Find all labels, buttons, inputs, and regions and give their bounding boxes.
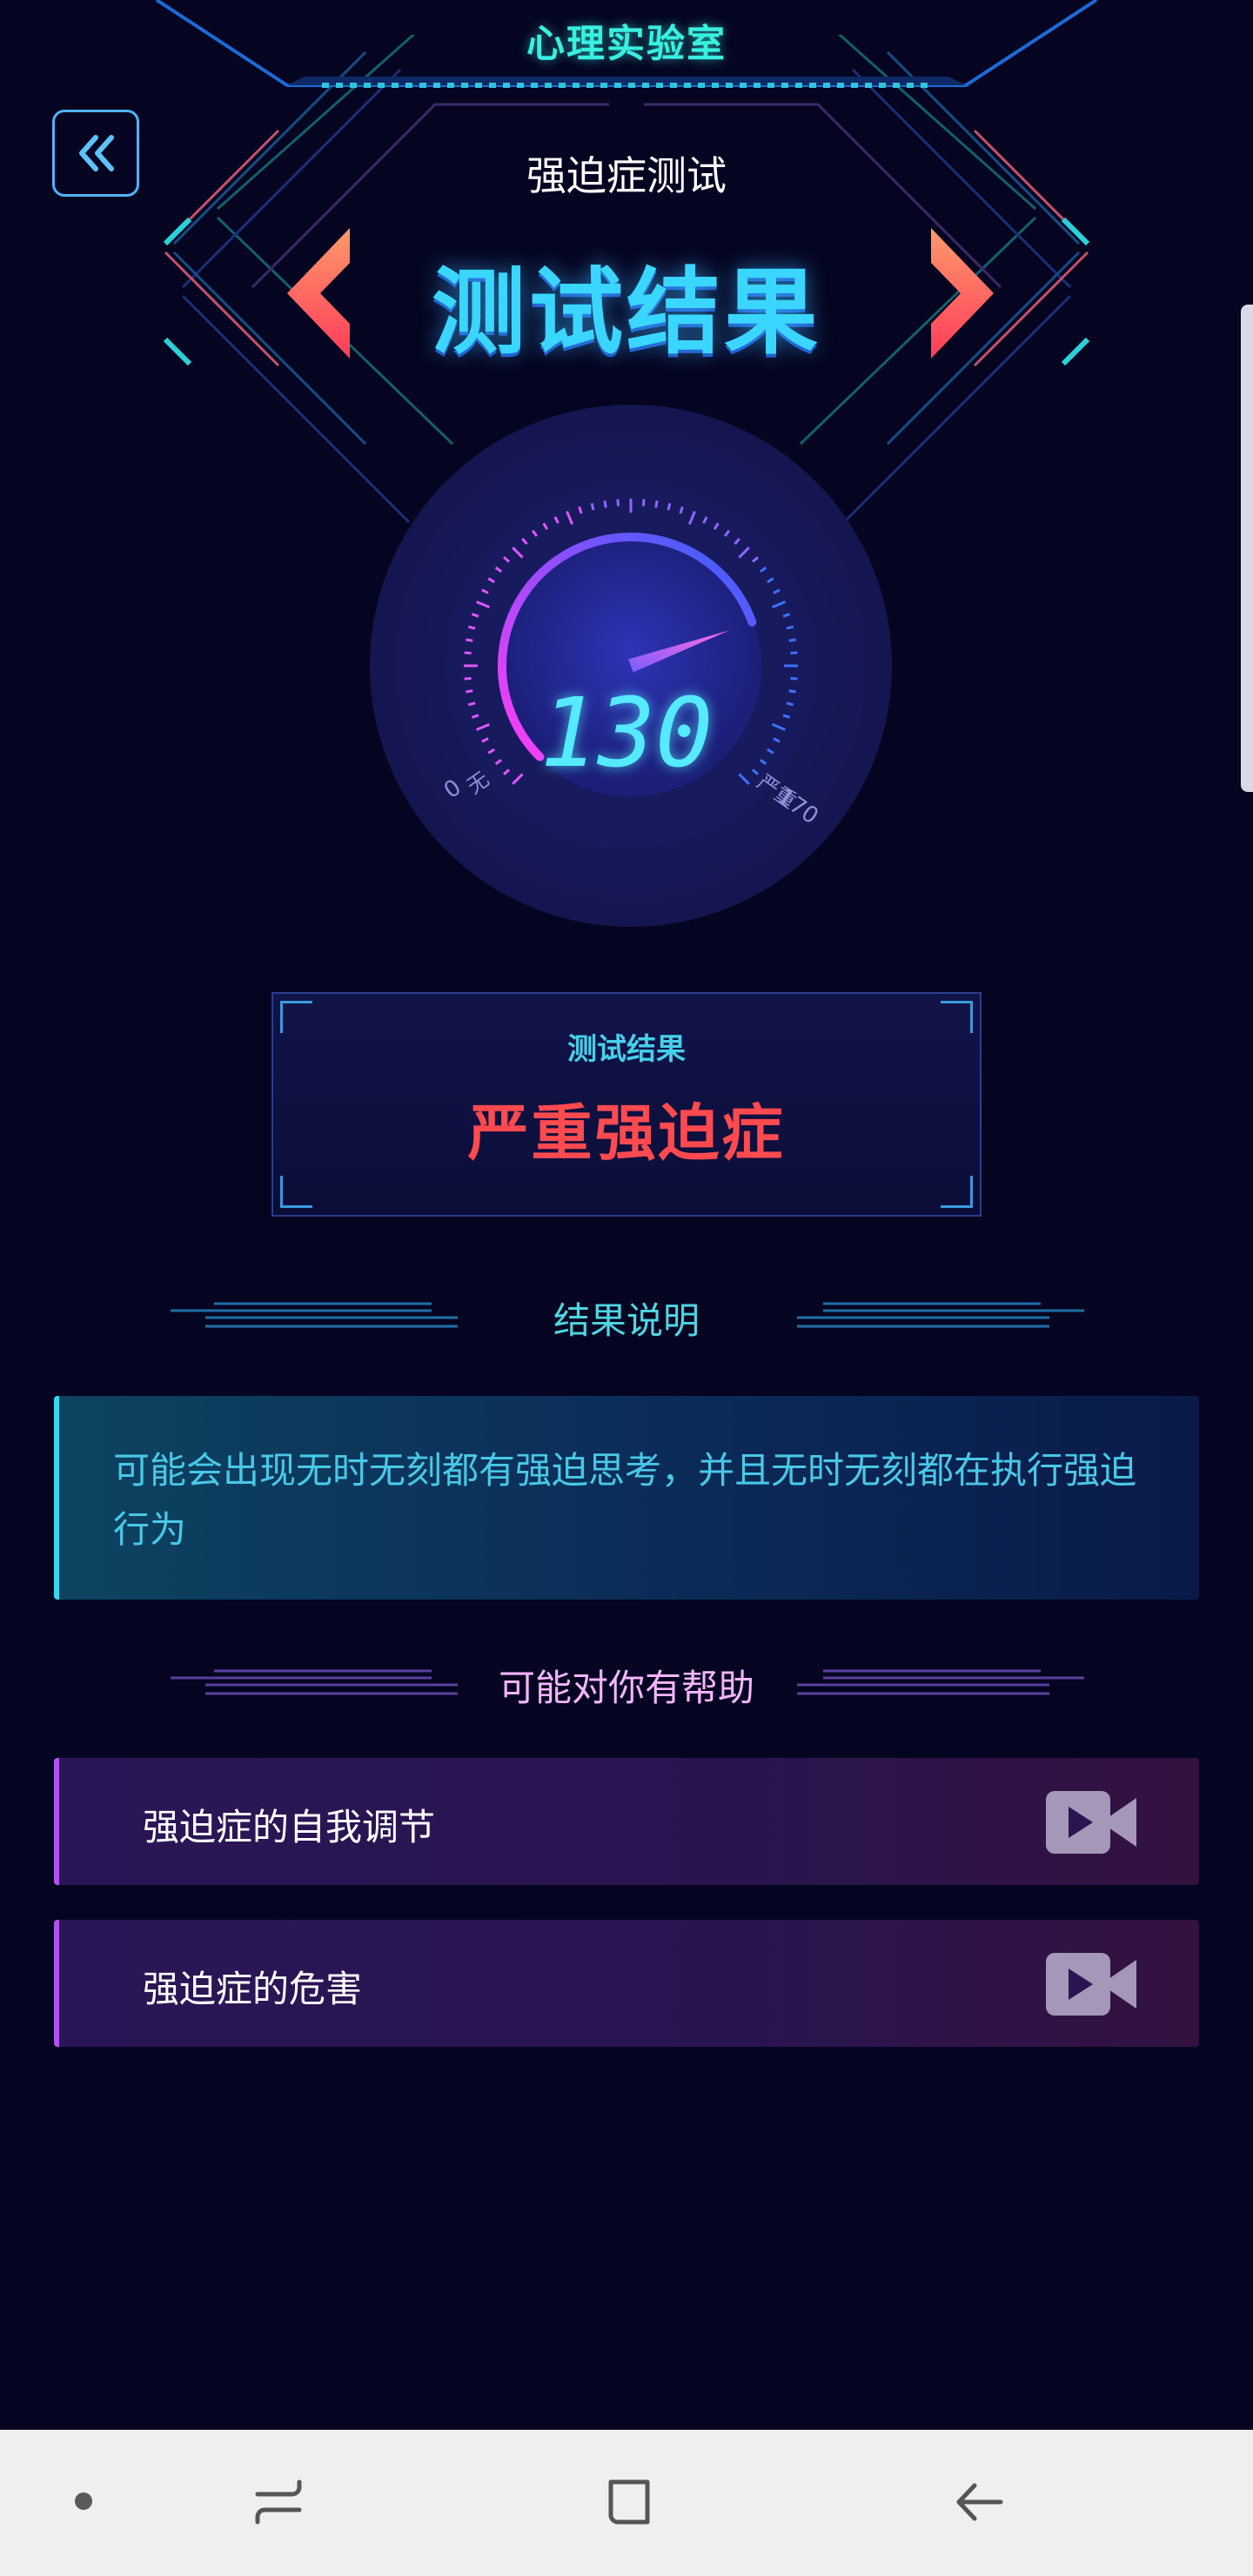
score-gauge xyxy=(370,405,892,927)
home-icon[interactable] xyxy=(599,2472,660,2532)
gauge-tick xyxy=(464,651,472,655)
help-item-label: 强迫症的危害 xyxy=(143,1968,363,2010)
heading-lines-right xyxy=(797,1669,1084,1695)
help-item-harm[interactable]: 强迫症的危害 xyxy=(54,1920,1199,2047)
test-name: 强迫症测试 xyxy=(526,152,727,199)
gauge-tick xyxy=(654,500,659,508)
app-title: 心理实验室 xyxy=(526,22,727,66)
help-item-self-regulation[interactable]: 强迫症的自我调节 xyxy=(54,1758,1199,1885)
gauge-tick xyxy=(603,500,607,508)
gauge-tick xyxy=(616,499,620,506)
result-box: 测试结果 严重强迫症 xyxy=(271,992,982,1217)
gauge-tick xyxy=(641,499,646,506)
result-value: 严重强迫症 xyxy=(467,1097,786,1169)
video-camera-icon xyxy=(1046,1791,1136,1854)
video-camera-icon xyxy=(1046,1953,1136,2016)
scrollbar[interactable] xyxy=(1241,305,1253,792)
help-item-label: 强迫症的自我调节 xyxy=(143,1806,436,1848)
gauge-tick xyxy=(667,502,672,511)
gauge-tick xyxy=(466,638,473,642)
recent-apps-icon[interactable] xyxy=(249,2472,310,2532)
dot-icon[interactable] xyxy=(75,2492,92,2510)
gauge-tick xyxy=(790,651,798,655)
chevron-right-icon xyxy=(931,228,994,359)
gauge-tick xyxy=(467,625,476,630)
gauge-tick xyxy=(788,638,796,642)
gauge-tick xyxy=(590,502,595,511)
result-label: 测试结果 xyxy=(567,1032,686,1067)
explanation-card: 可能会出现无时无刻都有强迫思考，并且无时无刻都在执行强迫行为 xyxy=(54,1396,1199,1600)
heading-lines-right xyxy=(797,1302,1084,1328)
back-arrow-icon[interactable] xyxy=(948,2472,1009,2532)
hero-title: 测试结果 xyxy=(431,258,821,367)
gauge-tick xyxy=(786,625,794,630)
gauge-value: 130 xyxy=(539,677,714,788)
